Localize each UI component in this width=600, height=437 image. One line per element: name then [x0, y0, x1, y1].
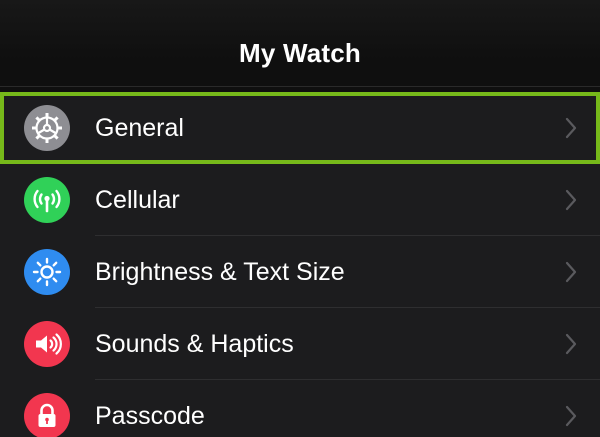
chevron-right-icon: [565, 189, 577, 211]
sun-icon: [24, 249, 70, 295]
page-title: My Watch: [239, 38, 361, 68]
antenna-icon: [24, 177, 70, 223]
chevron-right-icon: [565, 117, 577, 139]
lock-icon: [24, 393, 70, 437]
settings-row-label: General: [95, 114, 184, 142]
speaker-icon: [24, 321, 70, 367]
settings-list: General Cellular Brightness & Text Size …: [0, 92, 600, 437]
chevron-right-icon: [565, 261, 577, 283]
settings-row-cellular[interactable]: Cellular: [0, 164, 600, 236]
settings-row-label: Cellular: [95, 186, 180, 214]
nav-divider: [0, 86, 600, 87]
settings-row-label: Passcode: [95, 402, 205, 430]
settings-row-brightness[interactable]: Brightness & Text Size: [0, 236, 600, 308]
chevron-right-icon: [565, 333, 577, 355]
my-watch-screen: My Watch General Cellular Brightness & T…: [0, 0, 600, 437]
settings-row-general[interactable]: General: [0, 92, 600, 164]
settings-row-label: Sounds & Haptics: [95, 330, 294, 358]
settings-row-passcode[interactable]: Passcode: [0, 380, 600, 437]
settings-row-label: Brightness & Text Size: [95, 258, 345, 286]
gear-icon: [24, 105, 70, 151]
chevron-right-icon: [565, 405, 577, 427]
settings-row-sounds-haptics[interactable]: Sounds & Haptics: [0, 308, 600, 380]
